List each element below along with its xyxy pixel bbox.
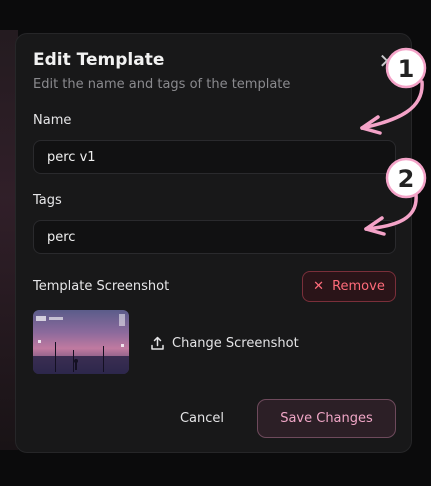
dialog-title: Edit Template: [33, 50, 165, 70]
close-icon[interactable]: ✕: [378, 51, 396, 71]
upload-icon: [151, 336, 164, 350]
remove-screenshot-button[interactable]: ✕ Remove: [302, 271, 396, 302]
edit-template-dialog: Edit Template Edit the name and tags of …: [15, 33, 412, 453]
thumbnail-image: [33, 314, 129, 374]
template-screenshot-label: Template Screenshot: [33, 279, 170, 294]
name-label: Name: [33, 113, 72, 128]
remove-label: Remove: [332, 279, 385, 294]
save-changes-button[interactable]: Save Changes: [257, 399, 396, 438]
name-input[interactable]: [33, 140, 396, 174]
tags-input[interactable]: [33, 220, 396, 254]
dialog-subtitle: Edit the name and tags of the template: [33, 77, 291, 92]
cancel-button[interactable]: Cancel: [166, 400, 238, 436]
tags-label: Tags: [33, 193, 62, 208]
screenshot-thumbnail: [33, 310, 129, 374]
change-screenshot-label: Change Screenshot: [172, 335, 299, 351]
x-icon: ✕: [313, 279, 325, 294]
change-screenshot-button[interactable]: Change Screenshot: [150, 332, 299, 354]
